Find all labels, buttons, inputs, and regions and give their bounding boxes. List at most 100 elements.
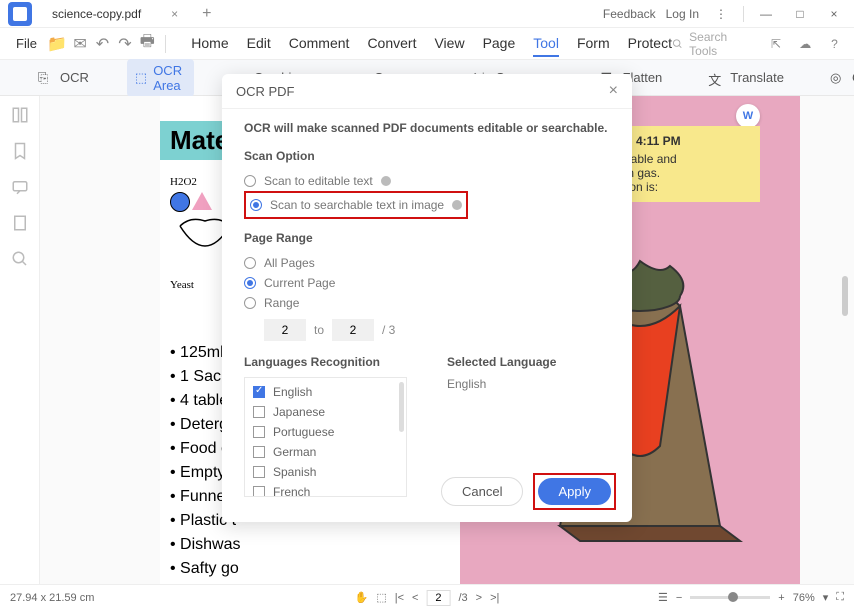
selected-lang-value: English [447,377,610,391]
bookmark-icon[interactable] [11,142,29,160]
attachment-icon[interactable] [11,214,29,232]
chevron-down-icon[interactable]: ▾ [823,591,829,604]
checkbox-icon [253,486,265,497]
tab-filename: science-copy.pdf [52,7,141,21]
zoom-in-icon[interactable]: + [778,592,784,604]
highlight-searchable-option: Scan to searchable text in image [244,191,468,219]
lang-spanish[interactable]: Spanish [249,462,402,482]
cloud-icon[interactable]: ☁ [796,32,815,56]
main-nav: Home Edit Comment Convert View Page Tool… [191,31,672,57]
checkbox-icon [253,426,265,438]
tool-ocr[interactable]: ⎘OCR [30,66,97,90]
radio-icon [244,277,256,289]
selected-lang-title: Selected Language [447,355,610,369]
undo-icon[interactable]: ↶ [93,32,111,56]
menu-bar: File 📁 ✉ ↶ ↷ 🖶 Home Edit Comment Convert… [0,28,854,60]
fullscreen-icon[interactable]: ⛶ [836,591,844,604]
radio-icon [244,175,256,187]
tool-translate[interactable]: 文Translate [700,66,792,90]
page-dimensions: 27.94 x 21.59 cm [10,592,94,604]
modal-description: OCR will make scanned PDF documents edit… [244,121,610,135]
page-number-input[interactable] [426,590,450,606]
info-icon[interactable] [452,200,462,210]
page-range-title: Page Range [244,231,610,245]
help-icon[interactable]: ? [825,32,844,56]
radio-icon [250,199,262,211]
word-badge-icon[interactable]: W [736,104,760,128]
hand-tool-icon[interactable]: ✋ [355,591,369,604]
ocr-modal: OCR PDF × OCR will make scanned PDF docu… [222,74,632,522]
range-to-input[interactable] [332,319,374,341]
nav-form[interactable]: Form [577,31,610,57]
lang-english[interactable]: English [249,382,402,402]
maximize-icon[interactable]: □ [788,2,812,26]
document-tab[interactable]: science-copy.pdf × [40,0,190,28]
scan-editable-option[interactable]: Scan to editable text [244,171,610,191]
last-page-icon[interactable]: >| [490,592,499,604]
file-menu[interactable]: File [8,36,45,51]
kebab-icon[interactable]: ⋮ [709,2,733,26]
view-mode-icon[interactable]: ☰ [658,591,668,604]
nav-protect[interactable]: Protect [628,31,672,57]
tool-capture[interactable]: ◎Capture [822,66,854,90]
next-page-icon[interactable]: > [476,592,482,604]
nav-edit[interactable]: Edit [247,31,271,57]
zoom-slider[interactable] [690,596,770,599]
nav-tool[interactable]: Tool [533,31,559,57]
radio-icon [244,297,256,309]
print-icon[interactable]: 🖶 [138,32,156,56]
tab-close-icon[interactable]: × [171,7,178,21]
share-icon[interactable]: ⇱ [766,32,785,56]
status-bar: 27.94 x 21.59 cm ✋ ⬚ |< < /3 > >| ☰ − + … [0,584,854,610]
lang-german[interactable]: German [249,442,402,462]
first-page-icon[interactable]: |< [395,592,404,604]
language-list[interactable]: English Japanese Portuguese German Spani… [244,377,407,497]
highlight-apply: Apply [533,473,616,510]
comment-icon[interactable] [11,178,29,196]
nav-view[interactable]: View [434,31,464,57]
lang-japanese[interactable]: Japanese [249,402,402,422]
scrollbar-thumb[interactable] [842,276,848,316]
apply-button[interactable]: Apply [538,478,611,505]
range-option[interactable]: Range [244,293,610,313]
mail-icon[interactable]: ✉ [71,32,89,56]
nav-convert[interactable]: Convert [367,31,416,57]
feedback-link[interactable]: Feedback [603,7,656,21]
checkbox-icon [253,406,265,418]
checkbox-icon [253,466,265,478]
info-icon[interactable] [381,176,391,186]
title-bar: science-copy.pdf × + Feedback Log In ⋮ —… [0,0,854,28]
add-tab-icon[interactable]: + [202,5,211,23]
lang-french[interactable]: French [249,482,402,497]
prev-page-icon[interactable]: < [412,592,418,604]
zoom-value[interactable]: 76% [793,592,815,604]
current-page-option[interactable]: Current Page [244,273,610,293]
modal-close-icon[interactable]: × [609,82,618,100]
cancel-button[interactable]: Cancel [441,477,523,506]
app-icon [8,2,32,26]
login-link[interactable]: Log In [666,7,699,21]
nav-home[interactable]: Home [191,31,228,57]
lang-portuguese[interactable]: Portuguese [249,422,402,442]
all-pages-option[interactable]: All Pages [244,253,610,273]
fit-width-icon[interactable]: ⬚ [376,591,386,604]
languages-title: Languages Recognition [244,355,407,369]
thumbnails-icon[interactable] [11,106,29,124]
redo-icon[interactable]: ↷ [116,32,134,56]
radio-icon [244,257,256,269]
range-from-input[interactable] [264,319,306,341]
zoom-out-icon[interactable]: − [676,592,682,604]
scan-searchable-option[interactable]: Scan to searchable text in image [250,195,462,215]
close-icon[interactable]: × [822,2,846,26]
find-icon[interactable] [11,250,29,268]
folder-icon[interactable]: 📁 [47,32,67,56]
lang-scrollbar[interactable] [399,382,404,432]
nav-comment[interactable]: Comment [289,31,350,57]
scan-option-title: Scan Option [244,149,610,163]
left-sidebar [0,96,40,584]
tool-ocr-area[interactable]: ⬚OCR Area [127,59,194,97]
minimize-icon[interactable]: — [754,2,778,26]
nav-page[interactable]: Page [483,31,516,57]
search-icon [672,37,683,51]
search-tools[interactable]: Search Tools ⇱ ☁ ? [672,30,846,58]
